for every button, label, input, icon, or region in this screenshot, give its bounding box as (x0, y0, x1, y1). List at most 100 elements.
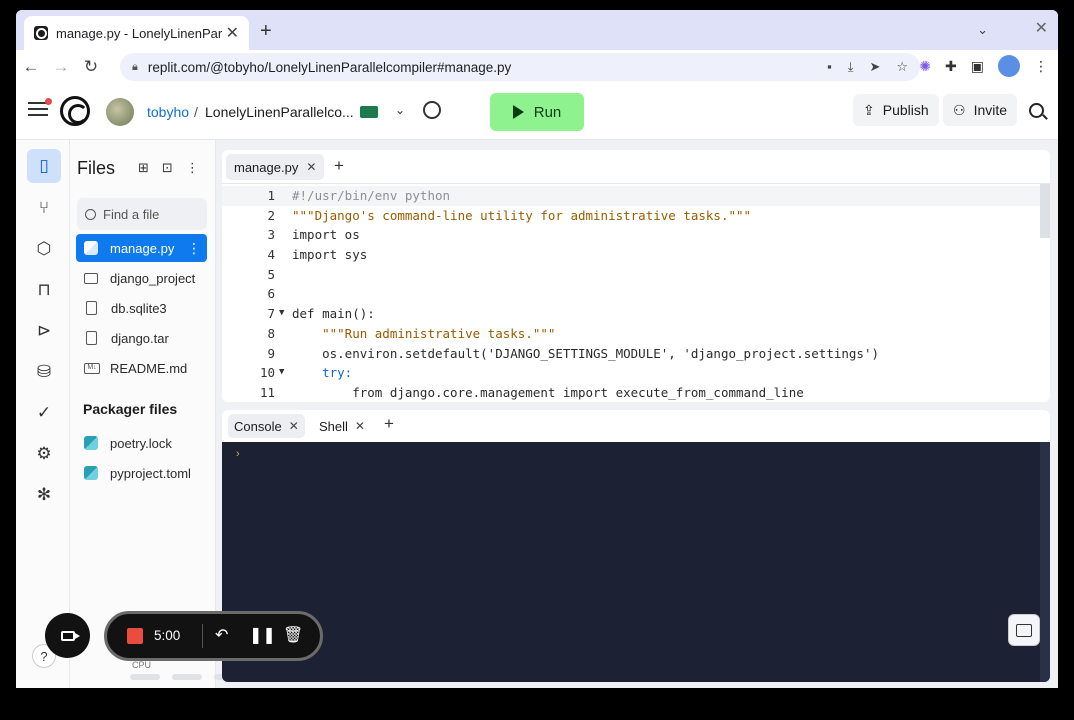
invite-button[interactable]: ⚇ Invite (943, 94, 1018, 126)
secrets-lock-icon[interactable]: ⊓ (27, 273, 61, 307)
console-panel: Console ✕ Shell ✕ + › (222, 410, 1050, 682)
send-icon[interactable]: ➤ (869, 59, 880, 75)
console-output[interactable]: › (222, 442, 1050, 682)
editor-tab-bar: manage.py ✕ + (222, 150, 1050, 184)
line-number: 11 (259, 384, 275, 400)
tab-console[interactable]: Console ✕ (228, 414, 305, 438)
file-name: django.tar (111, 330, 169, 346)
extension-flower-icon[interactable]: ✺ (919, 58, 931, 75)
project-avatar[interactable] (106, 98, 134, 126)
repl-dropdown-chevron-icon[interactable]: ⌄ (395, 103, 405, 117)
run-button[interactable]: Run (490, 93, 584, 131)
code-editor[interactable]: manage.py ✕ + 1 #!/usr/bin/env python 2 ""… (222, 150, 1050, 402)
file-item-readme[interactable]: M↓ README.md (76, 354, 207, 382)
code-line: 2 """Django's command-line utility for ad… (222, 206, 1050, 226)
file-item-manage-py[interactable]: manage.py ⋮ (76, 234, 207, 262)
line-number: 2 (267, 207, 275, 223)
tab-close-icon[interactable]: ✕ (226, 23, 239, 43)
bookmark-star-icon[interactable]: ☆ (896, 59, 908, 75)
menu-hamburger-icon[interactable] (28, 98, 52, 118)
poetry-file-icon (84, 466, 98, 480)
url-text[interactable]: replit.com/@tobyho/LonelyLinenParallelco… (148, 60, 827, 75)
repl-name[interactable]: LonelyLinenParallelco... (205, 104, 354, 120)
trash-icon[interactable]: 🗑︎ (283, 625, 303, 645)
code-text: """Run administrative tasks.""" (292, 325, 556, 341)
files-menu-icon[interactable]: ⋮ (186, 160, 199, 176)
search-icon[interactable] (1029, 103, 1044, 118)
back-arrow-icon[interactable]: ← (16, 57, 46, 77)
camera-blocked-icon[interactable]: ▪ (827, 59, 832, 75)
tab-search-chevron-icon[interactable]: ⌄ (977, 22, 988, 38)
profile-avatar[interactable] (998, 55, 1020, 77)
files-title: Files (77, 158, 116, 178)
fold-chevron-icon[interactable]: ▼ (279, 363, 284, 383)
database-icon[interactable]: ⛁ (27, 355, 61, 389)
close-icon[interactable]: ✕ (289, 419, 299, 433)
camera-toggle-button[interactable] (45, 613, 90, 658)
editor-scrollbar[interactable] (1040, 184, 1050, 238)
browser-tab[interactable]: manage.py - LonelyLinenParal ✕ (24, 16, 249, 50)
find-file-input[interactable]: Find a file (77, 198, 207, 230)
side-panel-icon[interactable]: ▣ (971, 58, 984, 75)
line-number: 6 (267, 286, 275, 302)
new-file-icon[interactable]: ⊞ (138, 160, 149, 176)
file-name: db.sqlite3 (111, 300, 167, 316)
files-tool-icon[interactable]: ▯ (27, 149, 61, 183)
editor-tab-manage-py[interactable]: manage.py ✕ (226, 154, 325, 180)
console-tab-bar: Console ✕ Shell ✕ + (222, 410, 1050, 442)
file-item-poetry-lock[interactable]: poetry.lock (76, 429, 207, 457)
undo-icon[interactable]: ↶ (215, 625, 228, 645)
publish-label: Publish (882, 102, 929, 118)
publish-button[interactable]: ⇪ Publish (853, 94, 939, 126)
tab-shell[interactable]: Shell ✕ (313, 414, 371, 438)
tab-label: Shell (319, 418, 348, 434)
add-tab-icon[interactable]: + (384, 414, 394, 434)
file-more-icon[interactable]: ⋮ (187, 240, 201, 257)
close-icon[interactable]: ✕ (355, 419, 365, 433)
add-tab-icon[interactable]: + (334, 156, 344, 176)
replit-logo-icon[interactable] (60, 96, 90, 126)
file-name: README.md (110, 360, 188, 376)
checks-tool-icon[interactable]: ✓ (27, 396, 61, 430)
close-icon[interactable]: ✕ (306, 160, 316, 174)
file-item-pyproject-toml[interactable]: pyproject.toml (76, 459, 207, 487)
poetry-file-icon (84, 436, 98, 450)
code-line: 5 (222, 265, 1050, 285)
forward-arrow-icon[interactable]: → (46, 57, 76, 77)
file-item-db-sqlite3[interactable]: db.sqlite3 (76, 294, 207, 322)
fold-chevron-icon[interactable]: ▼ (279, 304, 284, 324)
window-close-icon[interactable]: ✕ (1035, 18, 1048, 38)
chat-icon[interactable] (1008, 614, 1040, 646)
file-name: poetry.lock (110, 435, 172, 451)
new-tab-button[interactable]: + (260, 20, 272, 43)
file-name: pyproject.toml (110, 465, 191, 481)
reload-icon[interactable]: ↻ (76, 57, 106, 77)
git-tool-icon[interactable]: ⑂ (27, 191, 61, 225)
stop-record-icon[interactable] (127, 628, 143, 644)
extensions-puzzle-icon[interactable]: ✚ (945, 58, 957, 75)
pause-icon[interactable]: ❚❚ (249, 625, 276, 645)
install-app-icon[interactable]: ⤓ (848, 59, 854, 75)
browser-toolbar: ← → ↻ 🔒︎ replit.com/@tobyho/LonelyLinenP… (16, 50, 1058, 84)
browser-menu-icon[interactable]: ⋮ (1034, 58, 1048, 75)
new-folder-icon[interactable]: ⊡ (162, 160, 173, 176)
cpu-label: CPU (132, 660, 152, 670)
code-text: import sys (292, 247, 368, 263)
code-text: #!/usr/bin/env python (292, 188, 451, 203)
packages-tool-icon[interactable]: ⬡ (27, 232, 61, 266)
console-scrollbar[interactable] (1040, 442, 1050, 682)
code-area[interactable]: 1 #!/usr/bin/env python 2 """Django's comm… (222, 186, 1050, 402)
line-number: 8 (267, 325, 275, 341)
tool-rail: ▯ ⑂ ⬡ ⊓ ⊳ ⛁ ✓ ⚙ ✻ (16, 140, 70, 688)
owner-link[interactable]: tobyho (147, 104, 189, 120)
record-timer: 5:00 (154, 628, 181, 643)
file-icon (86, 331, 97, 345)
debugger-bug-icon[interactable]: ✻ (27, 478, 61, 512)
history-icon[interactable] (423, 101, 441, 119)
file-item-django-tar[interactable]: django.tar (76, 324, 207, 352)
file-item-django-project[interactable]: django_project (76, 264, 207, 292)
replit-favicon-icon (34, 26, 48, 40)
settings-gear-icon[interactable]: ⚙ (27, 437, 61, 471)
run-tool-icon[interactable]: ⊳ (27, 314, 61, 348)
address-bar[interactable]: 🔒︎ replit.com/@tobyho/LonelyLinenParalle… (120, 53, 920, 81)
